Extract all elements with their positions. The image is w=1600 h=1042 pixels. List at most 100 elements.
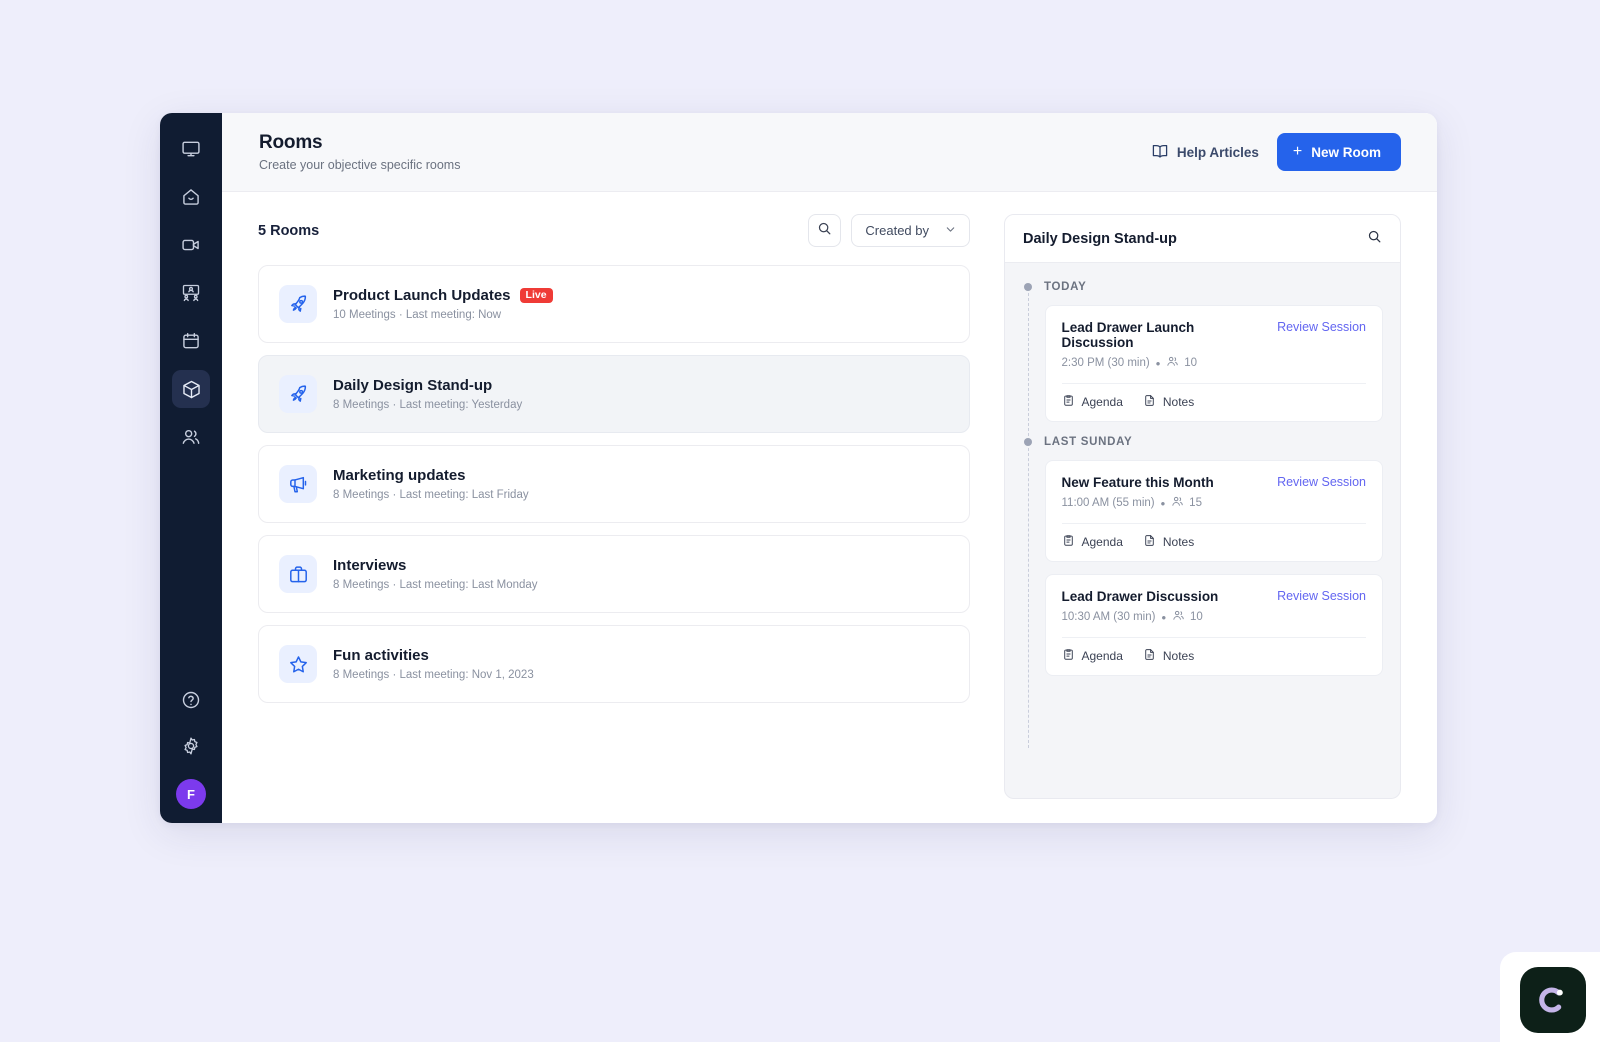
rooms-list: Product Launch Updates Live 10 Meetings · … [258,265,970,703]
session-top: Lead Drawer Launch Discussion 2:30 PM (30… [1062,320,1367,371]
timeline-dot [1024,283,1032,291]
room-card[interactable]: Product Launch Updates Live 10 Meetings · … [258,265,970,343]
app-logo-badge [1520,967,1586,1033]
detail-title: Daily Design Stand-up [1023,230,1177,247]
sidebar-item-screen[interactable] [172,130,210,168]
monitor-icon [181,139,201,159]
session-main: New Feature this Month 11:00 AM (55 min) •… [1062,475,1268,511]
sidebar-item-meetings[interactable] [172,226,210,264]
agenda-icon [1062,648,1075,664]
notes-label: Notes [1162,395,1195,409]
sidebar-item-calendar[interactable] [172,322,210,360]
timeline-label: TODAY [1044,281,1087,293]
page-subtitle: Create your objective specific rooms [259,158,461,172]
agenda-button[interactable]: Agenda [1062,648,1123,664]
rooms-toolbar: 5 Rooms Created by [258,214,970,247]
help-articles-link[interactable]: Help Articles [1151,142,1259,163]
session-title: Lead Drawer Discussion [1061,589,1219,604]
sidebar-nav-top [172,130,210,456]
sidebar-item-rooms[interactable] [172,370,210,408]
sidebar-item-help[interactable] [172,681,210,719]
agenda-label: Agenda [1081,649,1123,663]
room-title-row: Marketing updates [333,467,529,484]
review-session-link[interactable]: Review Session [1267,475,1366,489]
session-title: Lead Drawer Launch Discussion [1061,320,1195,350]
search-icon [817,221,832,241]
notes-button[interactable]: Notes [1143,394,1194,410]
session-main: Lead Drawer Launch Discussion 2:30 PM (30… [1062,320,1268,371]
session-top: New Feature this Month 11:00 AM (55 min) •… [1062,475,1367,511]
room-title-row: Fun activities [333,647,534,664]
app-window: F Rooms Create your objective specific r… [160,113,1437,823]
rocket-icon [279,375,317,413]
timeline-body: New Feature this Month 11:00 AM (55 min) •… [1027,448,1383,748]
notes-button[interactable]: Notes [1143,648,1194,664]
new-room-button[interactable]: + New Room [1276,133,1401,171]
session-time: 10:30 AM (30 min) [1061,611,1156,623]
room-meta: 10 Meetings · Last meeting: Now [333,309,502,321]
room-meta: 8 Meetings · Last meeting: Last Monday [333,579,538,591]
session-card[interactable]: Lead Drawer Discussion 10:30 AM (30 min) •… [1044,574,1383,676]
attendees-count: 10 [1190,611,1203,623]
cube-icon [181,379,202,400]
timeline-label-row: LAST SUNDAY [1024,436,1383,448]
room-text: Interviews 8 Meetings · Last meeting: Las… [333,557,538,591]
agenda-label: Agenda [1081,535,1123,549]
room-card[interactable]: Fun activities 8 Meetings · Last meeting:… [258,625,970,703]
help-circle-icon [181,690,201,710]
room-text: Daily Design Stand-up 8 Meetings · Last m… [333,377,522,411]
room-card[interactable]: Marketing updates 8 Meetings · Last meeti… [258,445,970,523]
room-text: Marketing updates 8 Meetings · Last meeti… [333,467,529,501]
agenda-icon [1062,534,1075,550]
timeline-group: LAST SUNDAY New Feature this Month 11:00 A… [1024,436,1383,748]
video-camera-icon [181,235,201,255]
sidebar-item-settings[interactable] [172,727,210,765]
session-card[interactable]: Lead Drawer Launch Discussion 2:30 PM (30… [1044,305,1383,422]
attendees-icon [1166,355,1179,371]
session-meta: 2:30 PM (30 min) • 10 [1062,355,1268,371]
plus-icon: + [1292,143,1303,160]
detail-search-button[interactable] [1367,229,1382,249]
room-title-row: Daily Design Stand-up [333,377,522,394]
room-title: Marketing updates [333,467,466,484]
agenda-button[interactable]: Agenda [1062,534,1123,550]
room-card[interactable]: Daily Design Stand-up 8 Meetings · Last m… [258,355,970,433]
room-meta: 8 Meetings · Last meeting: Yesterday [333,399,523,411]
timeline-group: TODAY Lead Drawer Launch Discussion 2:30 P… [1024,281,1383,436]
live-badge: Live [519,287,553,304]
agenda-button[interactable]: Agenda [1062,394,1123,410]
room-title: Interviews [333,557,407,574]
review-session-link[interactable]: Review Session [1267,320,1366,334]
notes-button[interactable]: Notes [1143,534,1194,550]
room-title-row: Interviews [333,557,538,574]
room-card[interactable]: Interviews 8 Meetings · Last meeting: Las… [258,535,970,613]
page-header: Rooms Create your objective specific roo… [222,113,1437,192]
room-detail-panel: Daily Design Stand-up TODAY Lead Drawer L… [1004,214,1401,799]
book-icon [1151,142,1169,163]
search-icon [1367,229,1382,249]
session-time: 11:00 AM (55 min) [1061,497,1155,509]
session-actions: Agenda Notes [1062,384,1367,410]
room-title: Fun activities [333,647,429,664]
rocket-icon [279,285,317,323]
room-text: Fun activities 8 Meetings · Last meeting:… [333,647,534,681]
content-area: 5 Rooms Created by Product Launch Update… [222,192,1437,823]
avatar[interactable]: F [176,779,206,809]
session-actions: Agenda Notes [1062,638,1367,664]
separator-dot: • [1160,495,1166,511]
sidebar: F [160,113,222,823]
session-meta: 10:30 AM (30 min) • 10 [1062,609,1268,625]
created-by-dropdown[interactable]: Created by [851,214,970,247]
rooms-column: 5 Rooms Created by Product Launch Update… [222,192,992,823]
sessions-timeline: TODAY Lead Drawer Launch Discussion 2:30 P… [1005,263,1400,798]
session-time: 2:30 PM (30 min) [1061,357,1150,369]
review-session-link[interactable]: Review Session [1267,589,1366,603]
sidebar-item-contacts[interactable] [172,418,210,456]
session-card[interactable]: New Feature this Month 11:00 AM (55 min) •… [1044,460,1383,562]
sidebar-item-home[interactable] [172,178,210,216]
sidebar-item-team[interactable] [172,274,210,312]
help-articles-label: Help Articles [1176,144,1259,160]
search-button[interactable] [808,214,842,247]
created-by-label: Created by [865,223,929,238]
rooms-count: 5 Rooms [258,222,320,239]
